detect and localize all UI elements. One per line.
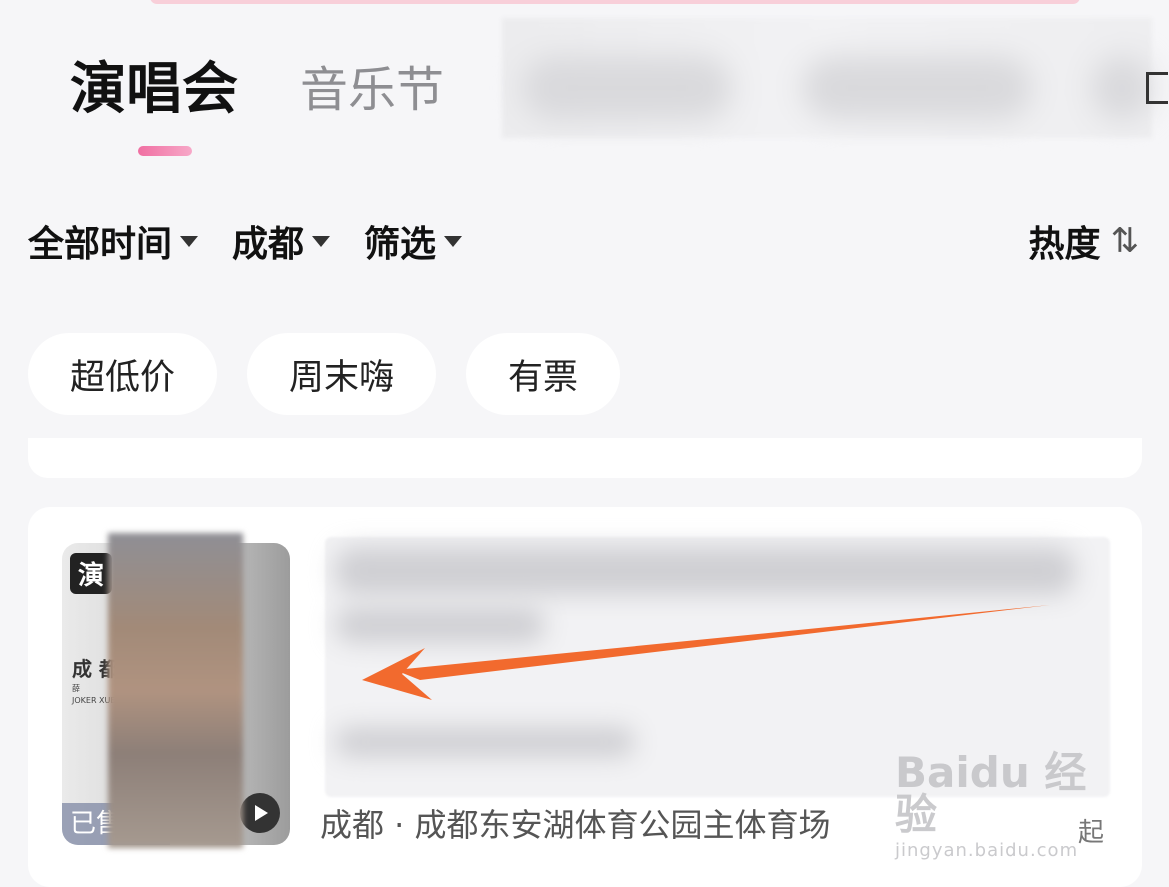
watermark-main: Baidu 经验	[895, 748, 1087, 839]
annotation-arrow	[362, 605, 1050, 700]
baidu-watermark: Baidu 经验 jingyan.baidu.com	[895, 748, 1115, 862]
watermark-sub: jingyan.baidu.com	[895, 840, 1079, 861]
arrow-shaft	[395, 605, 1050, 680]
